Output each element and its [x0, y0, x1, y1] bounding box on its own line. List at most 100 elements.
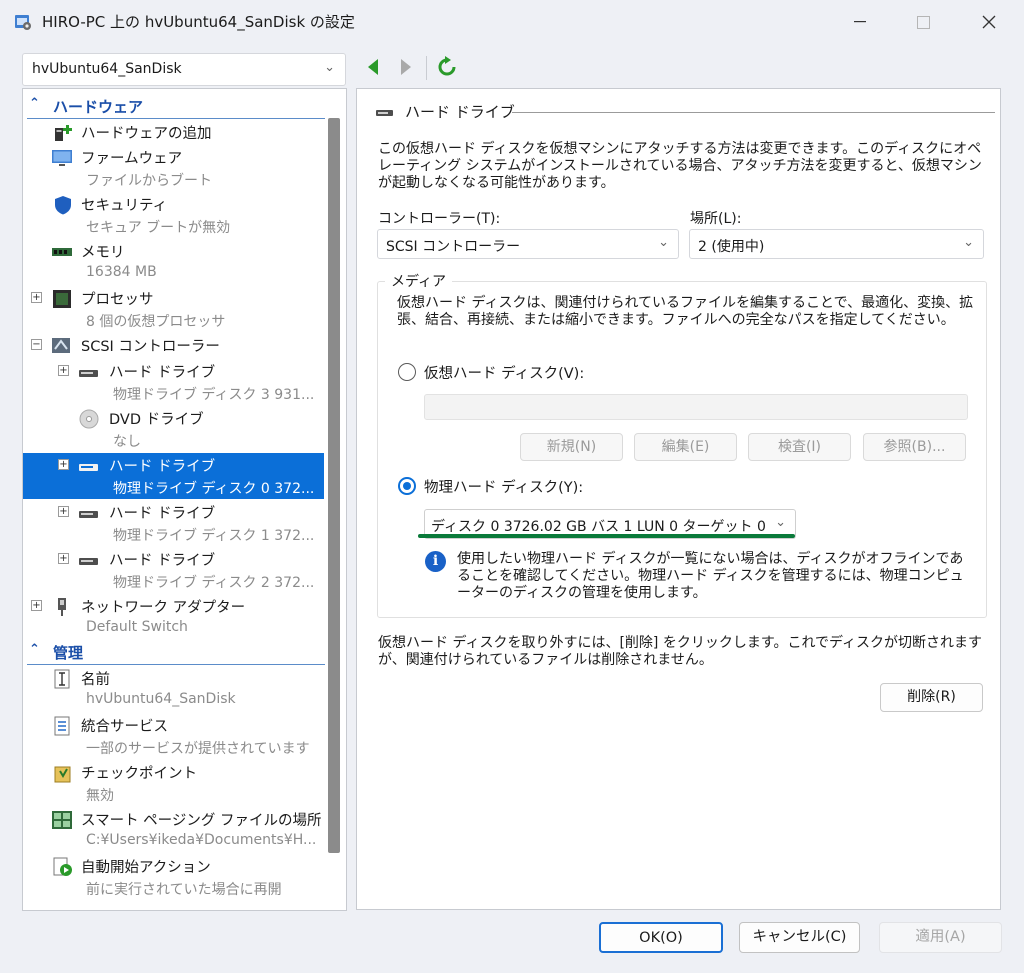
apply-button[interactable]: 適用(A): [879, 922, 1002, 953]
media-description: 仮想ハード ディスクは、関連付けられているファイルを編集することで、最適化、変換…: [397, 295, 974, 328]
hardware-section-header[interactable]: ⌃ ハードウェア: [27, 93, 325, 119]
tree-item-label: 統合サービス: [81, 719, 168, 735]
tree-item-label: ハードウェアの追加: [81, 126, 212, 142]
virtual-disk-radio[interactable]: [398, 363, 416, 381]
forward-arrow-icon[interactable]: [397, 56, 415, 78]
tree-item-integration-services[interactable]: 統合サービス 一部のサービスが提供されています: [23, 713, 324, 759]
network-adapter-icon: [58, 598, 66, 616]
tree-item-auto-start[interactable]: 自動開始アクション 前に実行されていた場合に再開: [23, 854, 324, 900]
tree-item-sublabel: 前に実行されていた場合に再開: [86, 882, 282, 898]
inspect-button[interactable]: 検査(I): [748, 433, 851, 461]
tree-item-memory[interactable]: メモリ 16384 MB: [23, 239, 324, 285]
hardware-header-label: ハードウェア: [53, 98, 144, 116]
auto-start-icon: [53, 857, 72, 876]
tree-item-dvd-drive[interactable]: DVD ドライブ なし: [23, 406, 324, 452]
browse-button[interactable]: 参照(B)...: [863, 433, 966, 461]
chevron-down-icon: ⌄: [775, 515, 786, 530]
back-arrow-icon[interactable]: [364, 56, 382, 78]
firmware-icon: [52, 150, 72, 166]
scsi-controller-icon: [52, 338, 70, 353]
settings-window-icon: [15, 15, 31, 30]
close-icon: [982, 15, 996, 29]
physical-disk-label: 物理ハード ディスク(Y):: [424, 480, 584, 496]
tree-item-label: ネットワーク アダプター: [81, 600, 246, 616]
tree-item-sublabel: 16384 MB: [86, 264, 157, 280]
expand-icon[interactable]: +: [58, 459, 69, 470]
tree-item-label: ハード ドライブ: [109, 365, 216, 381]
media-group-title: メディア: [385, 271, 453, 291]
tree-item-checkpoints[interactable]: チェックポイント 無効: [23, 760, 324, 806]
tree-item-hard-drive-1[interactable]: + ハード ドライブ 物理ドライブ ディスク 1 372...: [23, 500, 324, 546]
chevron-down-icon: ⌄: [963, 235, 974, 250]
tree-item-hard-drive-2[interactable]: + ハード ドライブ 物理ドライブ ディスク 2 372...: [23, 547, 324, 593]
edit-button[interactable]: 編集(E): [634, 433, 737, 461]
tree-item-hard-drive-3[interactable]: + ハード ドライブ 物理ドライブ ディスク 3 931...: [23, 359, 324, 405]
expand-icon[interactable]: +: [31, 600, 42, 611]
group-divider: [512, 112, 995, 113]
shield-icon: [55, 196, 71, 215]
tree-item-security[interactable]: セキュリティ セキュア ブートが無効: [23, 192, 324, 238]
tree-item-sublabel: 8 個の仮想プロセッサ: [86, 314, 226, 330]
tree-item-label: セキュリティ: [81, 198, 168, 214]
location-label: 場所(L):: [690, 211, 742, 227]
expand-icon[interactable]: +: [58, 365, 69, 376]
group-title: ハード ドライブ: [405, 103, 515, 121]
expand-icon[interactable]: +: [31, 292, 42, 303]
close-button[interactable]: [966, 8, 1012, 36]
vm-selector[interactable]: hvUbuntu64_SanDisk ⌄: [22, 53, 346, 86]
refresh-icon[interactable]: [436, 56, 458, 78]
remove-button[interactable]: 削除(R): [880, 683, 983, 712]
tree-item-label: ハード ドライブ: [109, 506, 216, 522]
attach-description: この仮想ハード ディスクを仮想マシンにアタッチする方法は変更できます。このディス…: [378, 141, 982, 191]
new-button[interactable]: 新規(N): [520, 433, 623, 461]
chevron-down-icon: ⌄: [324, 60, 335, 75]
physical-disk-radio[interactable]: [398, 477, 416, 495]
detail-panel: ハード ドライブ この仮想ハード ディスクを仮想マシンにアタッチする方法は変更で…: [356, 88, 1001, 910]
tree-item-label: 自動開始アクション: [81, 860, 211, 876]
integration-services-icon: [54, 716, 70, 736]
ok-button[interactable]: OK(O): [599, 922, 723, 953]
tree-item-sublabel: 物理ドライブ ディスク 0 372...: [113, 481, 315, 497]
expand-icon[interactable]: +: [58, 553, 69, 564]
tree-item-sublabel: 無効: [86, 788, 114, 804]
tree-item-label: DVD ドライブ: [109, 412, 204, 428]
tree-item-smart-paging[interactable]: スマート ページング ファイルの場所 C:¥Users¥ikeda¥Docume…: [23, 807, 324, 853]
tree-item-sublabel: セキュア ブートが無効: [86, 220, 231, 236]
location-dropdown[interactable]: 2 (使用中) ⌄: [689, 229, 984, 259]
tree-item-sublabel: 一部のサービスが提供されています: [86, 741, 310, 757]
hard-drive-icon: [79, 370, 98, 377]
tree-item-hard-drive-0[interactable]: + ハード ドライブ 物理ドライブ ディスク 0 372...: [23, 453, 324, 499]
collapse-icon[interactable]: −: [31, 339, 42, 350]
tree-item-label: SCSI コントローラー: [81, 339, 220, 355]
dvd-drive-icon: [79, 409, 99, 429]
tree-item-label: スマート ページング ファイルの場所: [81, 813, 322, 829]
location-value: 2 (使用中): [698, 239, 765, 255]
vm-selector-value: hvUbuntu64_SanDisk: [32, 61, 182, 77]
tree-item-firmware[interactable]: ファームウェア ファイルからブート: [23, 145, 324, 191]
virtual-disk-label: 仮想ハード ディスク(V):: [424, 366, 585, 382]
tree-item-sublabel: hvUbuntu64_SanDisk: [86, 691, 236, 707]
expand-icon[interactable]: +: [58, 506, 69, 517]
tree-item-sublabel: ファイルからブート: [86, 173, 212, 189]
tree-item-label: ファームウェア: [81, 151, 183, 167]
virtual-disk-path-input[interactable]: [424, 394, 968, 420]
cancel-button[interactable]: キャンセル(C): [739, 922, 860, 953]
title-bar: HIRO-PC 上の hvUbuntu64_SanDisk の設定: [0, 0, 1024, 44]
collapse-icon: ⌃: [29, 96, 40, 111]
tree-item-processor[interactable]: + プロセッサ 8 個の仮想プロセッサ: [23, 286, 324, 332]
highlight-underline: [418, 534, 795, 538]
name-icon: [54, 669, 70, 689]
memory-icon: [52, 248, 72, 256]
hard-drive-icon: [79, 511, 98, 518]
controller-value: SCSI コントローラー: [386, 239, 521, 255]
controller-label: コントローラー(T):: [378, 211, 501, 227]
controller-dropdown[interactable]: SCSI コントローラー ⌄: [377, 229, 679, 259]
maximize-button[interactable]: [900, 8, 946, 36]
info-text: 使用したい物理ハード ディスクが一覧にない場合は、ディスクがオフラインであること…: [457, 551, 964, 601]
tree-item-network-adapter[interactable]: + ネットワーク アダプター Default Switch: [23, 594, 324, 640]
tree-item-label: メモリ: [81, 245, 125, 261]
management-section-header[interactable]: ⌃ 管理: [27, 639, 325, 665]
tree-item-name[interactable]: 名前 hvUbuntu64_SanDisk: [23, 666, 324, 712]
tree-scrollbar[interactable]: [328, 118, 340, 853]
minimize-button[interactable]: [837, 8, 883, 36]
